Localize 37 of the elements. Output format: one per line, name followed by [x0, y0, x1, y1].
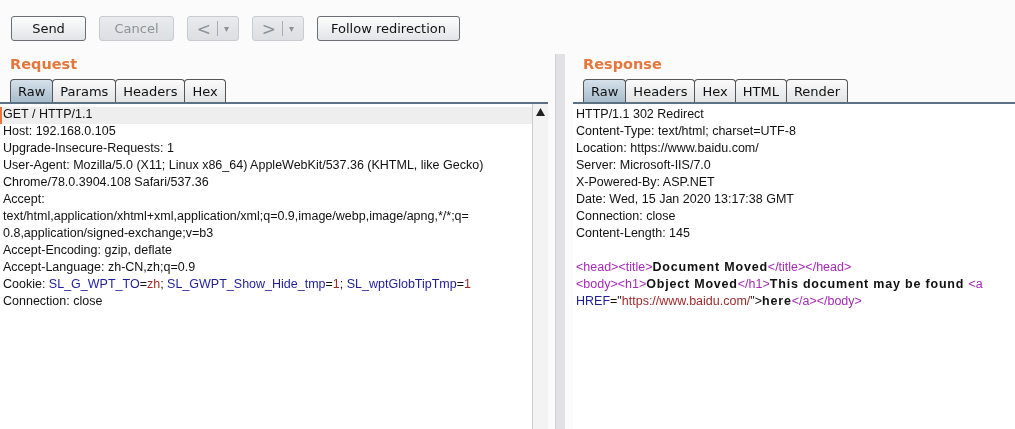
- code-line: text/html,application/xhtml+xml,application/xml;q=0.9,image/webp,image/apng,*/*;q=: [2, 209, 470, 225]
- tab[interactable]: Headers: [115, 79, 186, 102]
- pane-title: Response: [582, 55, 663, 74]
- code-line: Cookie: SL_G_WPT_TO=zh; SL_GWPT_Show_Hide_tmp=1; SL_wptGlobTipTmp=1: [2, 277, 472, 293]
- tab[interactable]: HTML: [734, 79, 787, 102]
- code-line: Accept:: [2, 192, 46, 208]
- code-line: <head><title>Document Moved</title></head>: [575, 260, 853, 276]
- code-line: User-Agent: Mozilla/5.0 (X11; Linux x86_64) AppleWebKit/537.36 (KHTML, like Gecko): [2, 158, 485, 174]
- code-line: Server: Microsoft-IIS/7.0: [575, 158, 712, 174]
- code-line: Date: Wed, 15 Jan 2020 13:17:38 GMT: [575, 192, 795, 208]
- tab[interactable]: Hex: [184, 79, 226, 102]
- code-line: Connection: close: [575, 209, 677, 225]
- toolbar-button[interactable]: Send: [11, 16, 86, 41]
- code-line: HREF="https://www.baidu.com/">here</a></body>: [575, 294, 863, 310]
- code-line: 0.8,application/signed-exchange;v=b3: [2, 226, 215, 242]
- code-line: Accept-Language: zh-CN,zh;q=0.9: [2, 260, 197, 276]
- code-line: Content-Length: 145: [575, 226, 691, 242]
- scroll-up-icon[interactable]: [536, 108, 545, 116]
- code-line: Location: https://www.baidu.com/: [575, 141, 760, 157]
- code-line: Host: 192.168.0.105: [2, 124, 117, 140]
- code-line: Upgrade-Insecure-Requests: 1: [2, 141, 175, 157]
- pane-title: Request: [9, 55, 79, 74]
- tab[interactable]: Headers: [625, 79, 696, 102]
- code-line: Accept-Encoding: gzip, deflate: [2, 243, 173, 259]
- code-line: Content-Type: text/html; charset=UTF-8: [575, 124, 797, 140]
- scrollbar[interactable]: [532, 104, 548, 429]
- tab[interactable]: Params: [52, 79, 117, 102]
- tab[interactable]: Raw: [10, 79, 54, 102]
- tab[interactable]: Raw: [583, 79, 627, 102]
- code-line: X-Powered-By: ASP.NET: [575, 175, 716, 191]
- tab[interactable]: Render: [785, 79, 849, 102]
- tab[interactable]: Hex: [694, 79, 736, 102]
- toolbar-button[interactable]: Follow redirection: [317, 16, 460, 41]
- code-line: HTTP/1.1 302 Redirect: [575, 107, 705, 123]
- code-line: <body><h1>Object Moved</h1>This document may be found <a: [575, 277, 984, 293]
- code-line: Chrome/78.0.3904.108 Safari/537.36: [2, 175, 210, 191]
- code-line: Connection: close: [2, 294, 104, 310]
